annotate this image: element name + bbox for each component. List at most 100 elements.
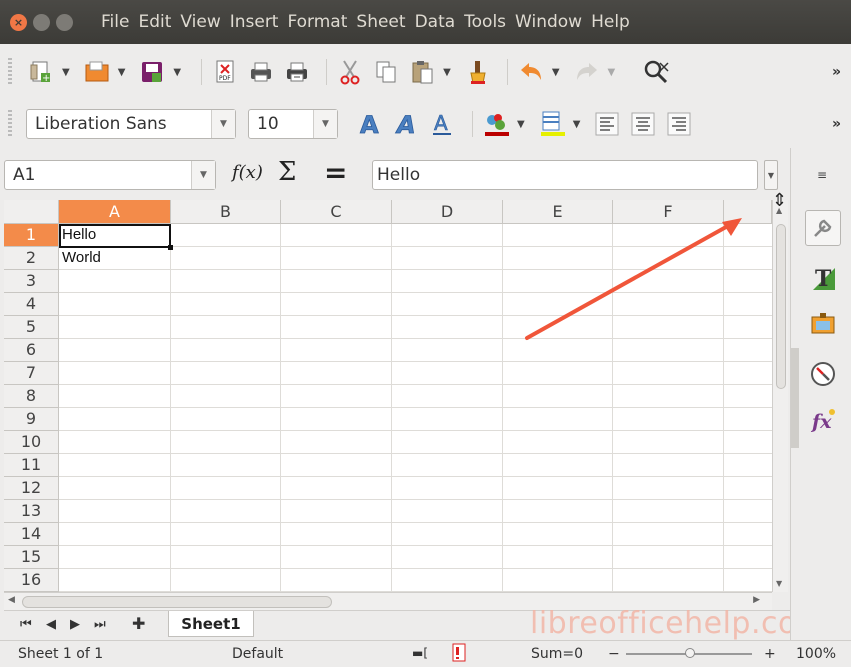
horizontal-scroll-thumb[interactable]: [22, 596, 332, 608]
column-header-a[interactable]: A: [59, 200, 171, 224]
find-replace-icon[interactable]: [641, 57, 671, 87]
row-header-2[interactable]: 2: [4, 247, 59, 270]
menu-tools[interactable]: Tools: [464, 12, 506, 32]
toolbar-overflow-icon[interactable]: »: [832, 64, 841, 80]
paste-icon[interactable]: [407, 57, 437, 87]
row-header-15[interactable]: 15: [4, 546, 59, 569]
row-header-5[interactable]: 5: [4, 316, 59, 339]
previous-sheet-icon[interactable]: ◀: [46, 617, 56, 632]
cut-icon[interactable]: [335, 57, 365, 87]
row-header-8[interactable]: 8: [4, 385, 59, 408]
maximize-window-button[interactable]: [56, 13, 73, 31]
zoom-in-button[interactable]: +: [764, 646, 776, 662]
page-style-status[interactable]: Default: [232, 646, 283, 662]
spreadsheet-grid[interactable]: ABCDEF 1 2 3 4 5 6 7 8 9 10 11 12 13 14 15 16 Hello Wor…: [4, 200, 772, 592]
font-size-combobox[interactable]: 10 ▼: [248, 109, 338, 139]
column-header-e[interactable]: E: [503, 200, 613, 224]
toolbar-grip[interactable]: [8, 110, 12, 138]
styles-icon[interactable]: T: [805, 260, 841, 296]
background-color-dropdown-arrow[interactable]: ▼: [573, 119, 581, 130]
toolbar-overflow-icon[interactable]: »: [832, 116, 841, 132]
expand-formula-bar-button[interactable]: ▼: [764, 160, 778, 190]
column-header-b[interactable]: B: [171, 200, 281, 224]
print-preview-icon[interactable]: [282, 57, 312, 87]
menu-data[interactable]: Data: [415, 12, 456, 32]
open-folder-icon[interactable]: [82, 57, 112, 87]
align-left-icon[interactable]: [592, 109, 622, 139]
menu-window[interactable]: Window: [515, 12, 582, 32]
row-header-16[interactable]: 16: [4, 569, 59, 592]
menu-edit[interactable]: Edit: [138, 12, 171, 32]
formula-input[interactable]: Hello: [372, 160, 758, 190]
underline-icon[interactable]: A: [428, 109, 458, 139]
row-header-14[interactable]: 14: [4, 523, 59, 546]
row-header-9[interactable]: 9: [4, 408, 59, 431]
redo-icon[interactable]: [572, 57, 602, 87]
background-color-icon[interactable]: [537, 109, 567, 139]
autofill-handle[interactable]: [168, 245, 173, 250]
save-icon[interactable]: [137, 57, 167, 87]
open-dropdown-arrow[interactable]: ▼: [118, 67, 126, 78]
paste-dropdown-arrow[interactable]: ▼: [443, 67, 451, 78]
align-center-icon[interactable]: [628, 109, 658, 139]
bold-icon[interactable]: A: [356, 109, 386, 139]
menu-help[interactable]: Help: [591, 12, 630, 32]
formula-button[interactable]: =: [324, 156, 347, 189]
redo-dropdown-arrow[interactable]: ▼: [608, 67, 616, 78]
row-header-13[interactable]: 13: [4, 500, 59, 523]
row-header-11[interactable]: 11: [4, 454, 59, 477]
new-document-icon[interactable]: +: [26, 57, 56, 87]
font-color-dropdown-arrow[interactable]: ▼: [517, 119, 525, 130]
copy-icon[interactable]: [371, 57, 401, 87]
column-header-d[interactable]: D: [392, 200, 503, 224]
scroll-down-icon[interactable]: ▼: [776, 579, 782, 588]
properties-wrench-icon[interactable]: [805, 210, 841, 246]
scroll-right-icon[interactable]: ▶: [753, 595, 760, 605]
close-window-button[interactable]: ×: [10, 13, 27, 31]
menu-view[interactable]: View: [180, 12, 220, 32]
print-icon[interactable]: [246, 57, 276, 87]
sum-button[interactable]: Σ: [278, 157, 296, 187]
undo-dropdown-arrow[interactable]: ▼: [552, 67, 560, 78]
cell-a2[interactable]: World: [60, 247, 170, 269]
row-header-4[interactable]: 4: [4, 293, 59, 316]
last-sheet-icon[interactable]: ⏭: [94, 617, 106, 632]
save-dropdown-arrow[interactable]: ▼: [173, 67, 181, 78]
zoom-level[interactable]: 100%: [796, 646, 836, 662]
chevron-down-icon[interactable]: ▼: [313, 110, 337, 138]
column-header-f[interactable]: F: [613, 200, 724, 224]
minimize-window-button[interactable]: [33, 13, 50, 31]
font-name-combobox[interactable]: Liberation Sans ▼: [26, 109, 236, 139]
column-header-c[interactable]: C: [281, 200, 392, 224]
first-sheet-icon[interactable]: ⏮: [20, 617, 32, 632]
italic-icon[interactable]: A: [392, 109, 422, 139]
row-header-3[interactable]: 3: [4, 270, 59, 293]
functions-icon[interactable]: fx: [805, 402, 841, 438]
vertical-scroll-thumb[interactable]: [776, 224, 786, 389]
chevron-down-icon[interactable]: ▼: [211, 110, 235, 138]
menu-file[interactable]: File: [101, 12, 129, 32]
name-box[interactable]: A1 ▼: [4, 160, 216, 190]
function-wizard-button[interactable]: f(x): [232, 162, 263, 183]
zoom-slider-handle[interactable]: [685, 648, 695, 658]
vertical-scrollbar[interactable]: ▲ ▼: [772, 200, 788, 592]
navigator-icon[interactable]: [805, 356, 841, 392]
row-header-7[interactable]: 7: [4, 362, 59, 385]
menu-format[interactable]: Format: [287, 12, 347, 32]
row-header-10[interactable]: 10: [4, 431, 59, 454]
row-header-12[interactable]: 12: [4, 477, 59, 500]
select-all-corner[interactable]: [4, 200, 59, 224]
font-color-icon[interactable]: [481, 109, 511, 139]
next-sheet-icon[interactable]: ▶: [70, 617, 80, 632]
scroll-left-icon[interactable]: ◀: [8, 595, 15, 605]
row-header-1[interactable]: 1: [4, 224, 59, 247]
selection-mode-icon[interactable]: ▬[: [412, 646, 428, 660]
toolbar-grip[interactable]: [8, 58, 12, 86]
sidebar-menu-icon[interactable]: ≡: [817, 168, 827, 182]
export-pdf-icon[interactable]: PDF: [210, 57, 240, 87]
new-dropdown-arrow[interactable]: ▼: [62, 67, 70, 78]
clone-formatting-icon[interactable]: [463, 57, 493, 87]
column-header-partial[interactable]: [724, 200, 772, 224]
chevron-down-icon[interactable]: ▼: [191, 161, 215, 189]
add-sheet-icon[interactable]: ✚: [132, 614, 145, 633]
